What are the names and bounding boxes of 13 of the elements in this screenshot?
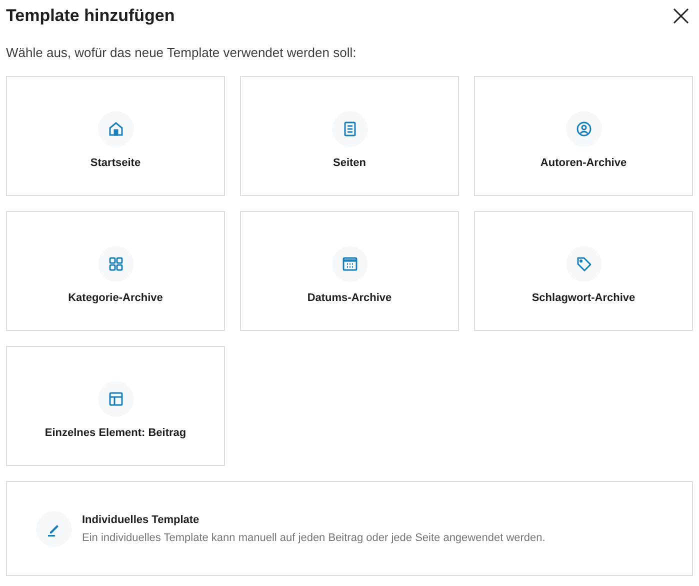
template-option[interactable]: Einzelnes Element: Beitrag: [6, 346, 225, 466]
template-option[interactable]: Datums-Archive: [240, 211, 459, 331]
custom-template-option[interactable]: Individuelles Template Ein individuelles Template kann manuell auf jeden Beitrag oder jede Seite angewendet werden.: [6, 481, 693, 576]
custom-template-description: Ein individuelles Template kann manuell auf jeden Beitrag oder jede Seite angewendet werden.: [82, 532, 546, 544]
template-option[interactable]: Seiten: [240, 76, 459, 196]
template-option[interactable]: Kategorie-Archive: [6, 211, 225, 331]
template-option[interactable]: Autoren-Archive: [474, 76, 693, 196]
close-icon: [673, 8, 689, 24]
dialog-title: Template hinzufügen: [6, 6, 175, 26]
template-option[interactable]: Startseite: [6, 76, 225, 196]
dialog-subtitle: Wähle aus, wofür das neue Template verwendet werden soll:: [6, 45, 358, 60]
template-option[interactable]: Schlagwort-Archive: [474, 211, 693, 331]
custom-template-title: Individuelles Template: [82, 514, 200, 526]
